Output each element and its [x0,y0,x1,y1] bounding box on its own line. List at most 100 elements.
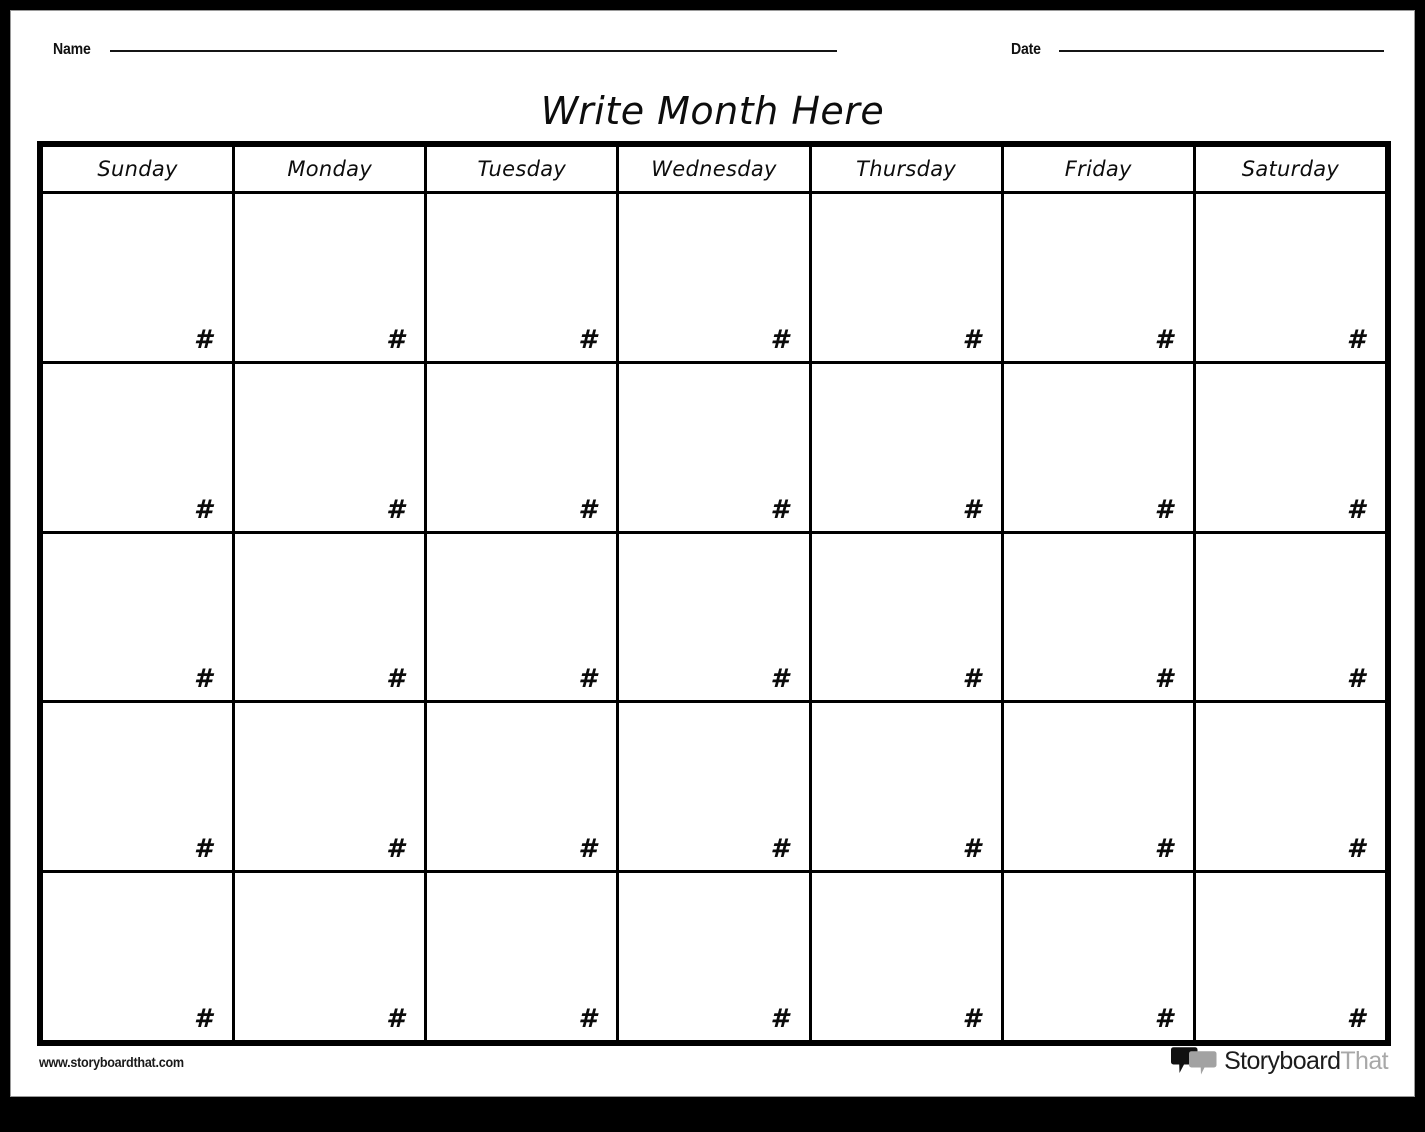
footer-website-url[interactable]: www.storyboardthat.com [39,1054,184,1070]
calendar-table: Sunday Monday Tuesday Wednesday Thursday… [39,144,1389,1043]
calendar-day-cell[interactable]: # [424,870,620,1043]
weekday-header-row: Sunday Monday Tuesday Wednesday Thursday… [39,144,1389,194]
day-number: # [578,324,597,355]
calendar-day-cell[interactable]: # [808,700,1004,874]
calendar-day-cell[interactable]: # [424,700,620,874]
day-number: # [1154,324,1173,355]
calendar-day-cell[interactable]: # [232,700,428,874]
day-number: # [770,494,789,525]
calendar-day-cell[interactable]: # [616,530,812,704]
calendar-day-cell[interactable]: # [232,530,428,704]
calendar-day-cell[interactable]: # [232,191,428,364]
day-number: # [1346,834,1365,865]
calendar-day-cell[interactable]: # [616,700,812,874]
calendar-day-cell[interactable]: # [616,360,812,534]
logo-wordmark: StoryboardThat [1224,1046,1389,1075]
day-number: # [386,834,405,865]
day-number: # [194,664,213,695]
day-number: # [578,494,597,525]
day-number: # [962,494,981,525]
speech-bubbles-icon [1171,1046,1217,1076]
day-number: # [386,1004,405,1034]
day-number: # [194,834,213,865]
day-number: # [1346,1004,1365,1034]
calendar-header-row: Sunday Monday Tuesday Wednesday Thursday… [39,144,1389,194]
weekday-header-thursday: Thursday [808,144,1004,194]
calendar-day-cell[interactable]: # [1000,700,1196,874]
day-number: # [962,664,981,695]
day-number: # [1346,324,1365,355]
storyboardthat-logo[interactable]: StoryboardThat [1171,1044,1389,1078]
day-number: # [386,664,405,695]
day-number: # [578,664,597,695]
calendar-day-cell[interactable]: # [1000,191,1196,364]
calendar-day-cell[interactable]: # [808,870,1004,1043]
day-number: # [1346,494,1365,525]
name-field[interactable]: Name [53,41,837,59]
calendar-day-cell[interactable]: # [424,530,620,704]
worksheet-page: Name Date Write Month Here Sunday Monday… [11,11,1414,1096]
day-number: # [386,324,405,355]
day-number: # [1154,834,1173,865]
day-number: # [194,1004,213,1034]
calendar-week-row: # # # # # # # [39,870,1389,1043]
weekday-header-friday: Friday [1000,144,1196,194]
calendar-day-cell[interactable]: # [39,191,236,364]
calendar-day-cell[interactable]: # [39,360,236,534]
logo-text-storyboard: Storyboard [1224,1046,1341,1075]
calendar-day-cell[interactable]: # [1192,360,1389,534]
date-field[interactable]: Date [1011,41,1384,59]
day-number: # [770,324,789,355]
calendar-day-cell[interactable]: # [808,360,1004,534]
day-number: # [194,494,213,525]
calendar-day-cell[interactable]: # [232,870,428,1043]
calendar-week-row: # # # # # # # [39,360,1389,534]
weekday-header-wednesday: Wednesday [616,144,812,194]
date-label: Date [1011,41,1041,58]
calendar-grid: Sunday Monday Tuesday Wednesday Thursday… [37,141,1391,1046]
worksheet-frame: Name Date Write Month Here Sunday Monday… [0,0,1425,1132]
name-label: Name [53,41,91,58]
day-number: # [194,324,213,355]
calendar-day-cell[interactable]: # [39,870,236,1043]
calendar-day-cell[interactable]: # [1192,870,1389,1043]
weekday-header-saturday: Saturday [1192,144,1389,194]
calendar-day-cell[interactable]: # [616,191,812,364]
calendar-day-cell[interactable]: # [616,870,812,1043]
day-number: # [962,834,981,865]
day-number: # [1346,664,1365,695]
student-info-row: Name Date [11,41,1414,85]
name-write-line[interactable] [109,50,837,52]
calendar-day-cell[interactable]: # [424,360,620,534]
calendar-day-cell[interactable]: # [424,191,620,364]
month-title[interactable]: Write Month Here [11,89,1414,133]
calendar-day-cell[interactable]: # [808,530,1004,704]
calendar-day-cell[interactable]: # [808,191,1004,364]
calendar-day-cell[interactable]: # [232,360,428,534]
day-number: # [770,664,789,695]
calendar-week-row: # # # # # # # [39,530,1389,704]
weekday-header-sunday: Sunday [39,144,236,194]
calendar-day-cell[interactable]: # [1192,700,1389,874]
day-number: # [386,494,405,525]
calendar-week-row: # # # # # # # [39,700,1389,874]
day-number: # [962,324,981,355]
day-number: # [962,1004,981,1034]
calendar-day-cell[interactable]: # [1192,191,1389,364]
day-number: # [1154,664,1173,695]
day-number: # [770,834,789,865]
logo-text-that: That [1340,1046,1388,1075]
calendar-day-cell[interactable]: # [39,530,236,704]
day-number: # [578,834,597,865]
calendar-day-cell[interactable]: # [1000,530,1196,704]
calendar-day-cell[interactable]: # [1000,870,1196,1043]
day-number: # [1154,1004,1173,1034]
day-number: # [578,1004,597,1034]
weekday-header-monday: Monday [232,144,428,194]
date-write-line[interactable] [1058,50,1384,52]
calendar-day-cell[interactable]: # [39,700,236,874]
calendar-day-cell[interactable]: # [1192,530,1389,704]
day-number: # [1154,494,1173,525]
calendar-week-row: # # # # # # # [39,191,1389,364]
calendar-day-cell[interactable]: # [1000,360,1196,534]
